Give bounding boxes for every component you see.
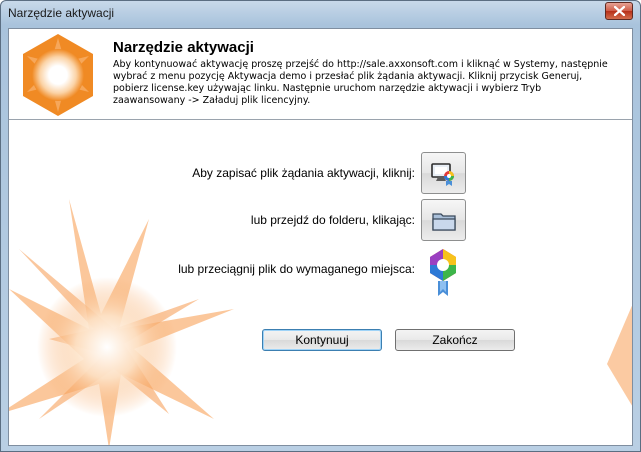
header-title: Narzędzie aktywacji: [113, 39, 254, 56]
header-divider: [9, 119, 632, 120]
save-request-icon: [431, 163, 454, 186]
continue-button[interactable]: Kontynuuj: [262, 329, 382, 351]
header-description: Aby kontynuować aktywację proszę przejść…: [113, 59, 608, 106]
folder-icon: [432, 213, 456, 231]
open-folder-button[interactable]: [421, 199, 466, 241]
background-shape-decoration: [607, 305, 632, 406]
save-request-label: Aby zapisać plik żądania aktywacji, klik…: [192, 166, 415, 180]
product-logo-icon: [23, 34, 93, 116]
header-panel: Narzędzie aktywacji Aby kontynuować akty…: [9, 29, 632, 117]
window-title: Narzędzie aktywacji: [8, 6, 115, 20]
close-button[interactable]: [605, 2, 633, 20]
open-folder-label: lub przejdź do folderu, klikając:: [250, 213, 415, 227]
close-icon: [614, 6, 625, 16]
activation-file-icon[interactable]: [427, 248, 459, 298]
drag-file-label: lub przeciągnij plik do wymaganego miejs…: [178, 262, 415, 276]
activation-window: Narzędzie aktywacji Narzędzie aktywacji …: [0, 0, 641, 452]
save-request-button[interactable]: [421, 152, 466, 194]
finish-button[interactable]: Zakończ: [395, 329, 515, 351]
dialog-content: Narzędzie aktywacji Aby kontynuować akty…: [8, 28, 633, 446]
title-bar[interactable]: Narzędzie aktywacji: [1, 1, 640, 27]
